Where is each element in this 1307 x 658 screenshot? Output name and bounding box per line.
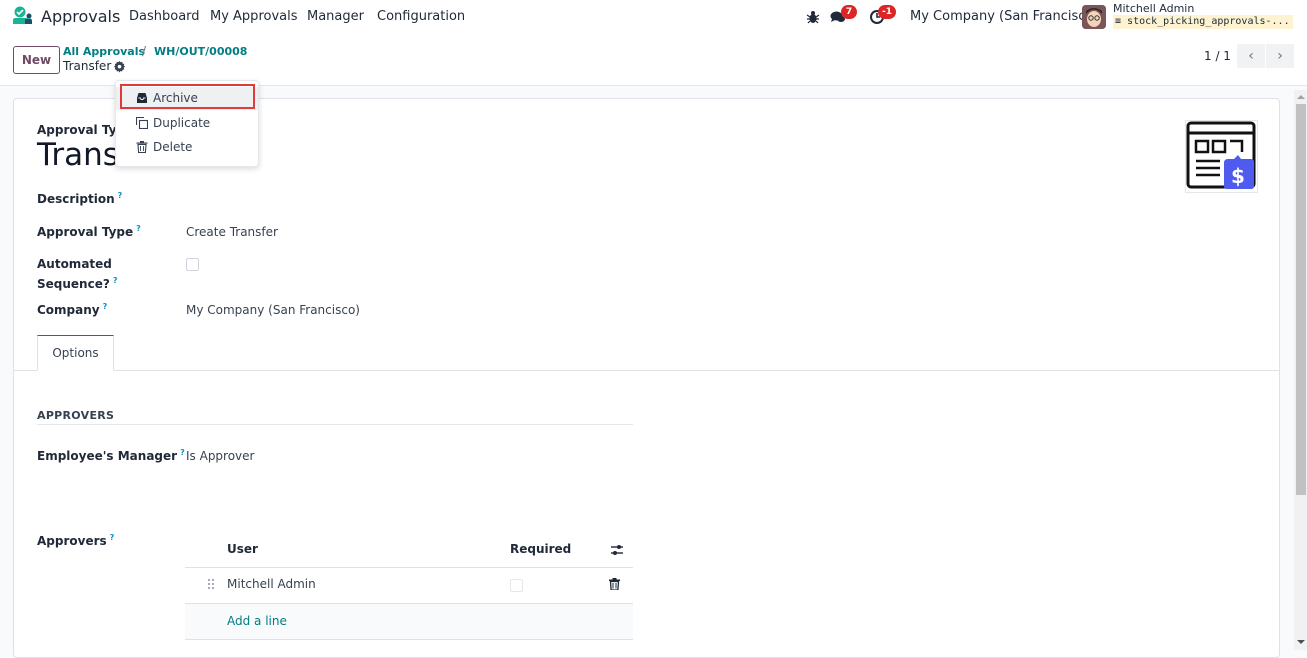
company-label: Company?	[37, 302, 107, 317]
section-divider	[37, 424, 633, 425]
tab-options[interactable]: Options	[37, 335, 114, 371]
automated-sequence-label-line1: Automated	[37, 257, 112, 271]
svg-text:$: $	[1231, 164, 1245, 188]
gear-icon[interactable]	[113, 60, 126, 73]
scrollbar-thumb[interactable]	[1296, 104, 1306, 495]
messages-badge: 7	[841, 5, 857, 19]
approver-user-cell[interactable]: Mitchell Admin	[227, 577, 316, 591]
approval-type-value[interactable]: Create Transfer	[186, 225, 278, 239]
company-switcher[interactable]: My Company (San Francisco)	[910, 9, 1098, 24]
add-a-line-link[interactable]: Add a line	[227, 614, 287, 628]
duplicate-icon	[136, 117, 148, 129]
company-value[interactable]: My Company (San Francisco)	[186, 303, 360, 317]
menu-item-duplicate[interactable]: Duplicate	[116, 112, 258, 135]
archive-icon	[137, 93, 147, 103]
automated-sequence-label-text: Sequence?	[37, 277, 110, 291]
menu-configuration[interactable]: Configuration	[377, 9, 465, 24]
top-navbar: Approvals Dashboard My Approvals Manager…	[0, 0, 1307, 34]
required-checkbox[interactable]	[510, 579, 523, 592]
column-header-required[interactable]: Required	[510, 542, 571, 556]
approval-type-image[interactable]: $	[1185, 120, 1258, 193]
automated-sequence-label-line2: Sequence??	[37, 276, 117, 291]
user-name[interactable]: Mitchell Admin	[1113, 2, 1194, 15]
description-label: Description?	[37, 191, 122, 206]
employee-manager-label: Employee's Manager?	[37, 448, 185, 463]
menu-item-label: Archive	[153, 91, 198, 105]
breadcrumb-all-approvals[interactable]: All Approvals	[63, 45, 145, 58]
breadcrumb-separator: /	[142, 44, 147, 58]
help-tooltip-icon[interactable]: ?	[110, 533, 115, 542]
new-button[interactable]: New	[13, 46, 60, 74]
help-tooltip-icon[interactable]: ?	[103, 302, 108, 311]
employee-manager-value[interactable]: Is Approver	[186, 449, 254, 463]
help-tooltip-icon[interactable]: ?	[136, 224, 141, 233]
invoice-dollar-icon: $	[1186, 121, 1256, 189]
vertical-scrollbar[interactable]	[1294, 90, 1307, 650]
scroll-up-arrow-icon[interactable]	[1297, 95, 1305, 99]
add-line-row: Add a line	[185, 604, 633, 639]
column-header-user[interactable]: User	[227, 542, 258, 556]
pager-value[interactable]: 1 / 1	[1204, 49, 1231, 63]
approvers-label: Approvers?	[37, 533, 114, 548]
user-avatar[interactable]	[1082, 5, 1106, 29]
optional-columns-toggle-icon[interactable]	[610, 543, 624, 557]
menu-item-label: Delete	[153, 140, 193, 154]
scroll-down-arrow-icon[interactable]	[1297, 640, 1305, 644]
app-name[interactable]: Approvals	[41, 7, 120, 26]
approval-type-label-text: Approval Type	[37, 225, 134, 239]
avatar-face-icon	[1082, 5, 1106, 29]
menu-manager[interactable]: Manager	[307, 9, 364, 24]
menu-item-label: Duplicate	[153, 116, 211, 130]
menu-dashboard[interactable]: Dashboard	[129, 9, 200, 24]
approvers-label-text: Approvers	[37, 534, 107, 548]
automated-sequence-checkbox[interactable]	[186, 258, 199, 271]
action-dropdown-menu: Archive Duplicate Delete	[115, 80, 259, 167]
help-tooltip-icon[interactable]: ?	[118, 191, 123, 200]
activities-badge: -1	[878, 5, 896, 19]
menu-item-archive[interactable]: Archive	[116, 87, 258, 110]
company-label-text: Company	[37, 303, 100, 317]
trash-icon	[136, 141, 148, 153]
database-name-text: stock_picking_approvals-...	[1127, 16, 1290, 27]
approval-type-label: Approval Type?	[37, 224, 141, 239]
tabs-divider	[14, 370, 1279, 371]
table-bottom-divider	[185, 639, 633, 640]
chevron-right-icon: ›	[1277, 48, 1283, 64]
pager-previous-button[interactable]: ‹	[1237, 44, 1265, 68]
drag-handle-icon[interactable]	[207, 578, 215, 590]
trash-icon[interactable]	[609, 578, 620, 590]
menu-item-delete[interactable]: Delete	[116, 136, 258, 159]
pager-next-button[interactable]: ›	[1266, 44, 1294, 68]
control-panel: New All Approvals / WH/OUT/00008 Transfe…	[0, 34, 1307, 86]
breadcrumb-record[interactable]: WH/OUT/00008	[154, 45, 247, 58]
employee-manager-label-text: Employee's Manager	[37, 449, 178, 463]
form-sheet: Approval Type Transfer $ Description? Ap…	[13, 98, 1280, 658]
approvals-app-icon[interactable]	[12, 6, 34, 26]
description-label-text: Description	[37, 192, 115, 206]
menu-my-approvals[interactable]: My Approvals	[210, 9, 298, 24]
database-icon: ≡	[1115, 16, 1128, 27]
debug-bug-icon[interactable]	[805, 9, 821, 25]
breadcrumb-current: Transfer	[63, 59, 112, 73]
help-tooltip-icon[interactable]: ?	[113, 276, 118, 285]
database-name: ≡ stock_picking_approvals-...	[1113, 15, 1293, 29]
help-tooltip-icon[interactable]: ?	[180, 448, 185, 457]
table-header-divider	[185, 567, 633, 568]
chevron-left-icon: ‹	[1248, 48, 1254, 64]
approvers-section-title: APPROVERS	[37, 409, 115, 422]
